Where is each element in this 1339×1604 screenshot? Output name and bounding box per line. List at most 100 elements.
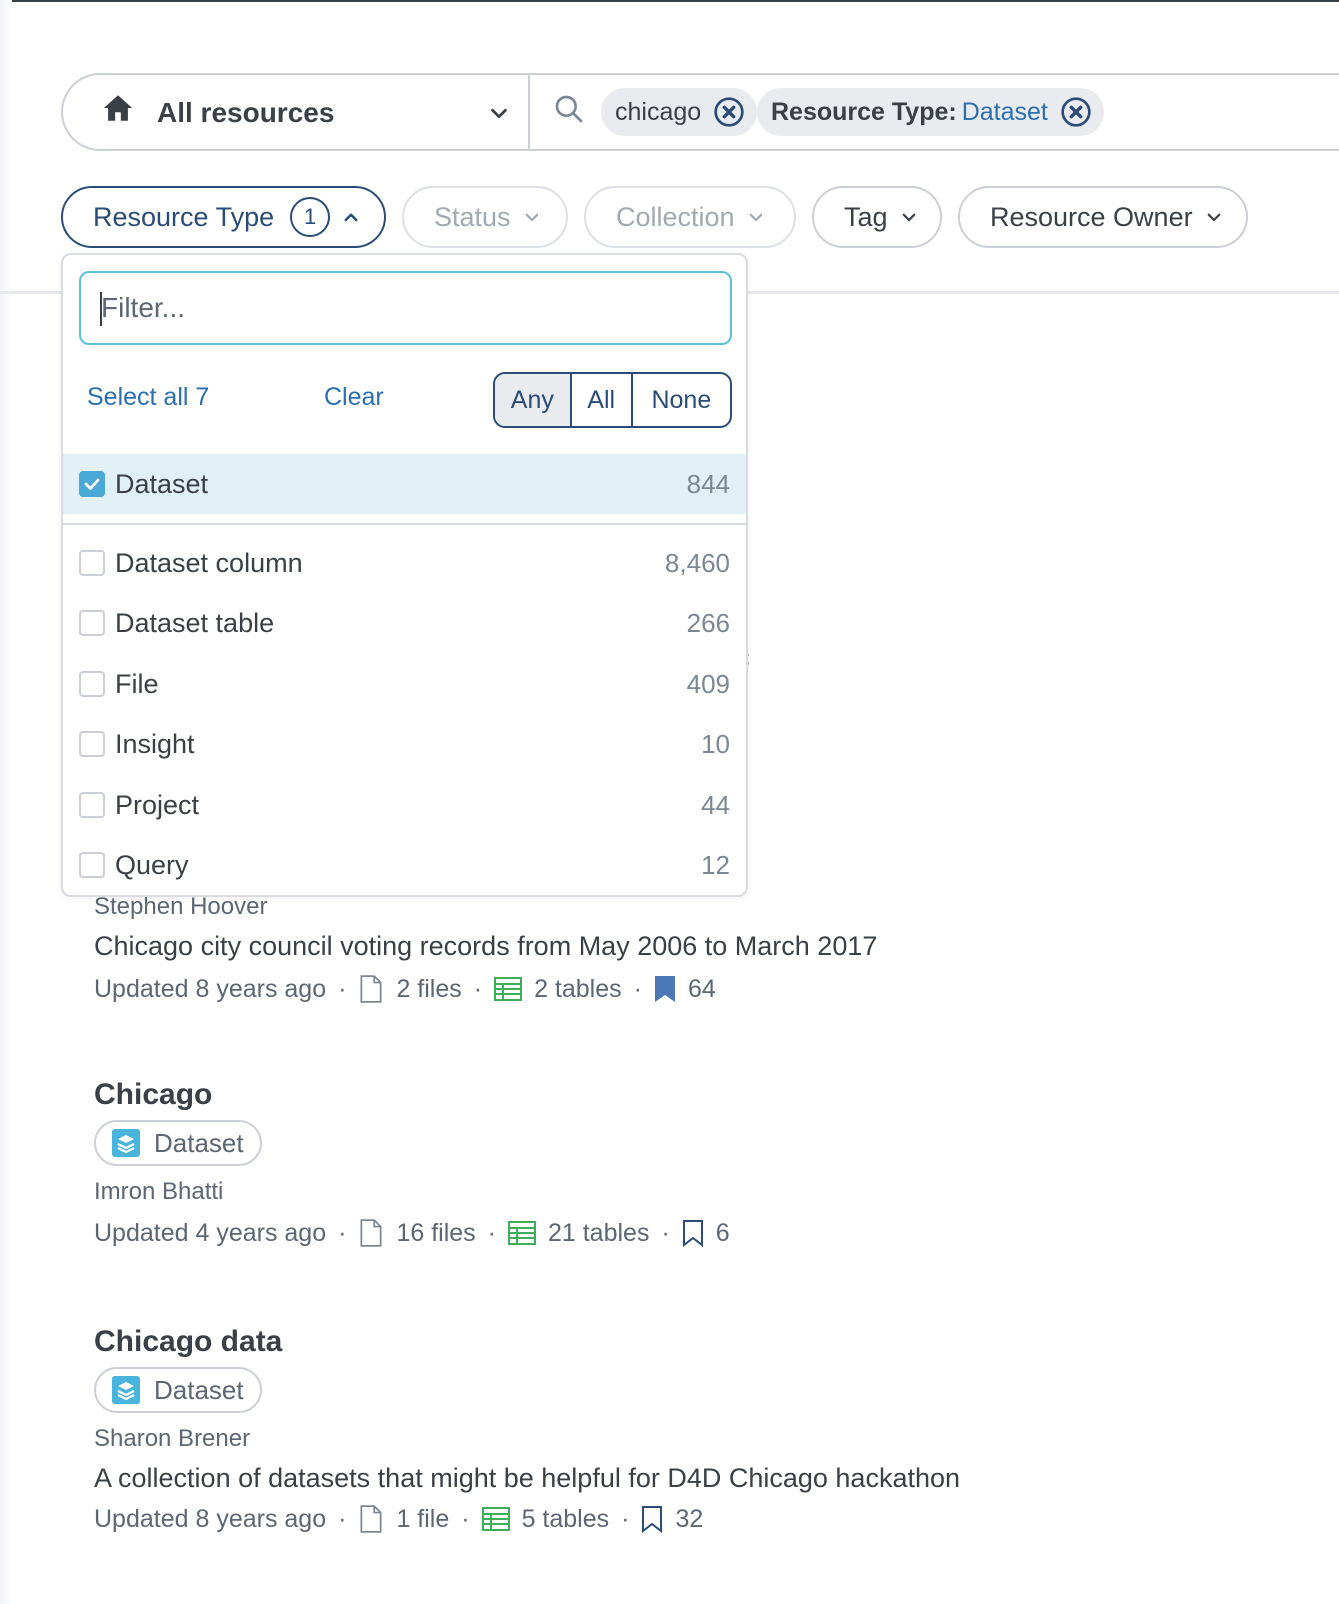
resource-type-badge: Dataset [94,1120,262,1166]
scope-label: All resources [157,97,335,128]
match-mode-toggle: Any All None [493,372,732,428]
updated-text: Updated 8 years ago [94,1504,327,1533]
checkbox[interactable] [79,792,105,818]
clear-link[interactable]: Clear [324,383,384,412]
table-icon [494,977,523,1001]
option-query[interactable]: Query 12 [63,835,746,895]
filter-label: Resource Owner [990,201,1193,232]
option-label: Dataset [115,468,209,499]
bookmark-icon[interactable] [682,1219,704,1247]
file-icon [360,1505,382,1533]
search-icon [555,95,583,123]
updated-text: Updated 8 years ago [94,974,327,1003]
separator-dot: · [633,974,642,1003]
result-meta: Updated 8 years ago · 1 file · 5 tables … [94,1504,960,1534]
checkbox[interactable] [79,550,105,576]
bookmark-count: 32 [675,1504,704,1533]
tables-count[interactable]: 2 tables [534,975,622,1004]
option-insight[interactable]: Insight 10 [63,714,746,774]
bookmark-count: 64 [687,974,716,1003]
option-count: 266 [686,607,730,638]
filter-count-badge: 1 [290,197,331,237]
option-count: 8,460 [664,547,730,578]
resource-type-badge: Dataset [94,1367,262,1413]
select-all-link[interactable]: Select all 7 [87,383,209,412]
filter-tag-button[interactable]: Tag [812,186,942,248]
option-label: Dataset column [115,547,303,578]
text-cursor [100,292,102,326]
separator-dot: · [661,1218,670,1247]
chip-label: chicago [615,97,702,126]
separator-dot: · [461,1504,470,1533]
tables-count[interactable]: 21 tables [548,1219,649,1248]
files-count[interactable]: 1 file [396,1505,449,1534]
bookmark-count: 6 [715,1218,730,1247]
resource-type-label: Dataset [154,1374,244,1405]
bookmark-filled-icon[interactable] [654,975,676,1003]
filter-label: Collection [616,201,735,232]
option-dataset[interactable]: Dataset 844 [63,454,746,514]
table-icon [481,1507,510,1531]
separator-dot: · [621,1504,630,1533]
chevron-down-icon [749,213,762,222]
result-owner[interactable]: Sharon Brener [94,1425,960,1453]
option-count: 409 [686,668,730,699]
result-description: A collection of datasets that might be h… [94,1463,961,1493]
checkbox[interactable] [79,671,105,697]
option-count: 10 [701,728,730,759]
chevron-down-icon [525,213,538,222]
search-bar: All resources chicago Resource Type: Data… [61,73,1339,151]
checkbox[interactable] [79,731,105,757]
match-any-button[interactable]: Any [495,374,572,426]
result-item[interactable]: Chicago data Dataset Sharon Brener A col… [94,1325,960,1534]
chip-key: Resource Type: [771,97,957,126]
checkbox-checked[interactable] [79,471,105,497]
chevron-up-icon [344,213,358,222]
result-owner[interactable]: Imron Bhatti [94,1178,730,1206]
option-file[interactable]: File 409 [63,654,746,714]
match-all-button[interactable]: All [572,374,633,426]
result-title[interactable]: Chicago data [94,1325,960,1359]
chevron-down-icon [1207,213,1220,222]
option-project[interactable]: Project 44 [63,775,746,835]
filter-label: Resource Type [93,201,275,232]
tables-count[interactable]: 5 tables [522,1505,610,1534]
files-count[interactable]: 16 files [396,1219,475,1248]
option-dataset-column[interactable]: Dataset column 8,460 [63,533,746,593]
result-owner[interactable]: Stephen Hoover [94,893,877,921]
checkbox[interactable] [79,852,105,878]
checkbox[interactable] [79,610,105,636]
remove-chip-icon[interactable] [1060,96,1092,128]
filter-collection-button[interactable]: Collection [584,186,796,248]
bookmark-icon[interactable] [641,1505,663,1533]
dataset-icon [112,1376,140,1404]
search-chip-resource-type: Resource Type: Dataset [757,88,1104,136]
file-icon [360,1219,382,1247]
match-none-button[interactable]: None [633,374,730,426]
chevron-down-icon[interactable] [488,102,510,124]
remove-chip-icon[interactable] [713,96,745,128]
option-label: Project [115,789,200,820]
scope-selector[interactable]: All resources [63,75,530,149]
filter-resource-owner-button[interactable]: Resource Owner [958,186,1248,248]
separator-dot: · [338,1504,347,1533]
top-border [0,0,1339,2]
filter-status-button[interactable]: Status [402,186,568,248]
result-meta: Updated 8 years ago · 2 files · 2 tables… [94,974,877,1004]
filter-label: Status [434,201,511,232]
result-description: Chicago city council voting records from… [94,931,878,961]
result-item[interactable]: Chicago Dataset Imron Bhatti Updated 4 y… [94,1078,730,1248]
option-dataset-table[interactable]: Dataset table 266 [63,593,746,653]
resource-type-dropdown: Select all 7 Clear Any All None Dataset … [61,253,748,897]
filter-input[interactable] [79,271,732,345]
result-title[interactable]: Chicago [94,1078,730,1112]
option-label: Insight [115,728,195,759]
file-icon [360,975,382,1003]
result-meta: Updated 4 years ago · 16 files · 21 tabl… [94,1218,730,1248]
result-item[interactable]: Stephen Hoover Chicago city council voti… [94,893,877,1004]
filter-resource-type-button[interactable]: Resource Type 1 [61,186,386,248]
resource-type-label: Dataset [154,1127,244,1158]
option-count: 44 [701,789,730,820]
search-chip-chicago: chicago [601,88,758,136]
files-count[interactable]: 2 files [396,975,461,1004]
